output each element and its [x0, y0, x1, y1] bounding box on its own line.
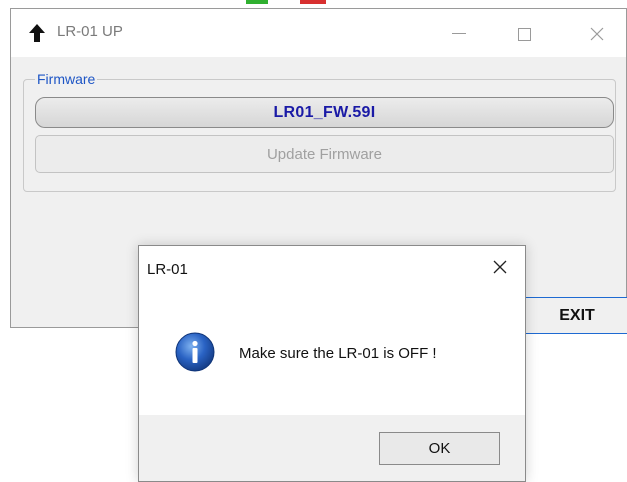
minimize-icon [452, 33, 466, 35]
title-bar: LR-01 UP [11, 9, 626, 57]
dialog-message: Make sure the LR-01 is OFF ! [239, 345, 437, 362]
ok-button[interactable]: OK [379, 432, 500, 465]
dialog-title: LR-01 [147, 261, 188, 278]
close-icon [492, 259, 508, 280]
dialog-close-button[interactable] [489, 258, 511, 280]
exit-button[interactable]: EXIT [517, 297, 627, 334]
maximize-button[interactable] [504, 19, 544, 49]
background-green-mark [246, 0, 268, 4]
minimize-button[interactable] [439, 19, 479, 49]
update-firmware-button[interactable]: Update Firmware [35, 135, 614, 173]
up-arrow-icon [29, 24, 45, 42]
maximize-icon [517, 27, 531, 41]
firmware-version-display: LR01_FW.59I [35, 97, 614, 128]
close-button[interactable] [577, 19, 617, 49]
window-title: LR-01 UP [57, 23, 123, 40]
close-icon [590, 27, 604, 41]
message-dialog: LR-01 Make sure the LR-01 is OFF ! OK [138, 245, 526, 482]
dialog-footer: OK [139, 415, 525, 481]
firmware-group-label: Firmware [35, 71, 98, 87]
info-icon [175, 332, 215, 372]
background-red-mark [300, 0, 326, 4]
